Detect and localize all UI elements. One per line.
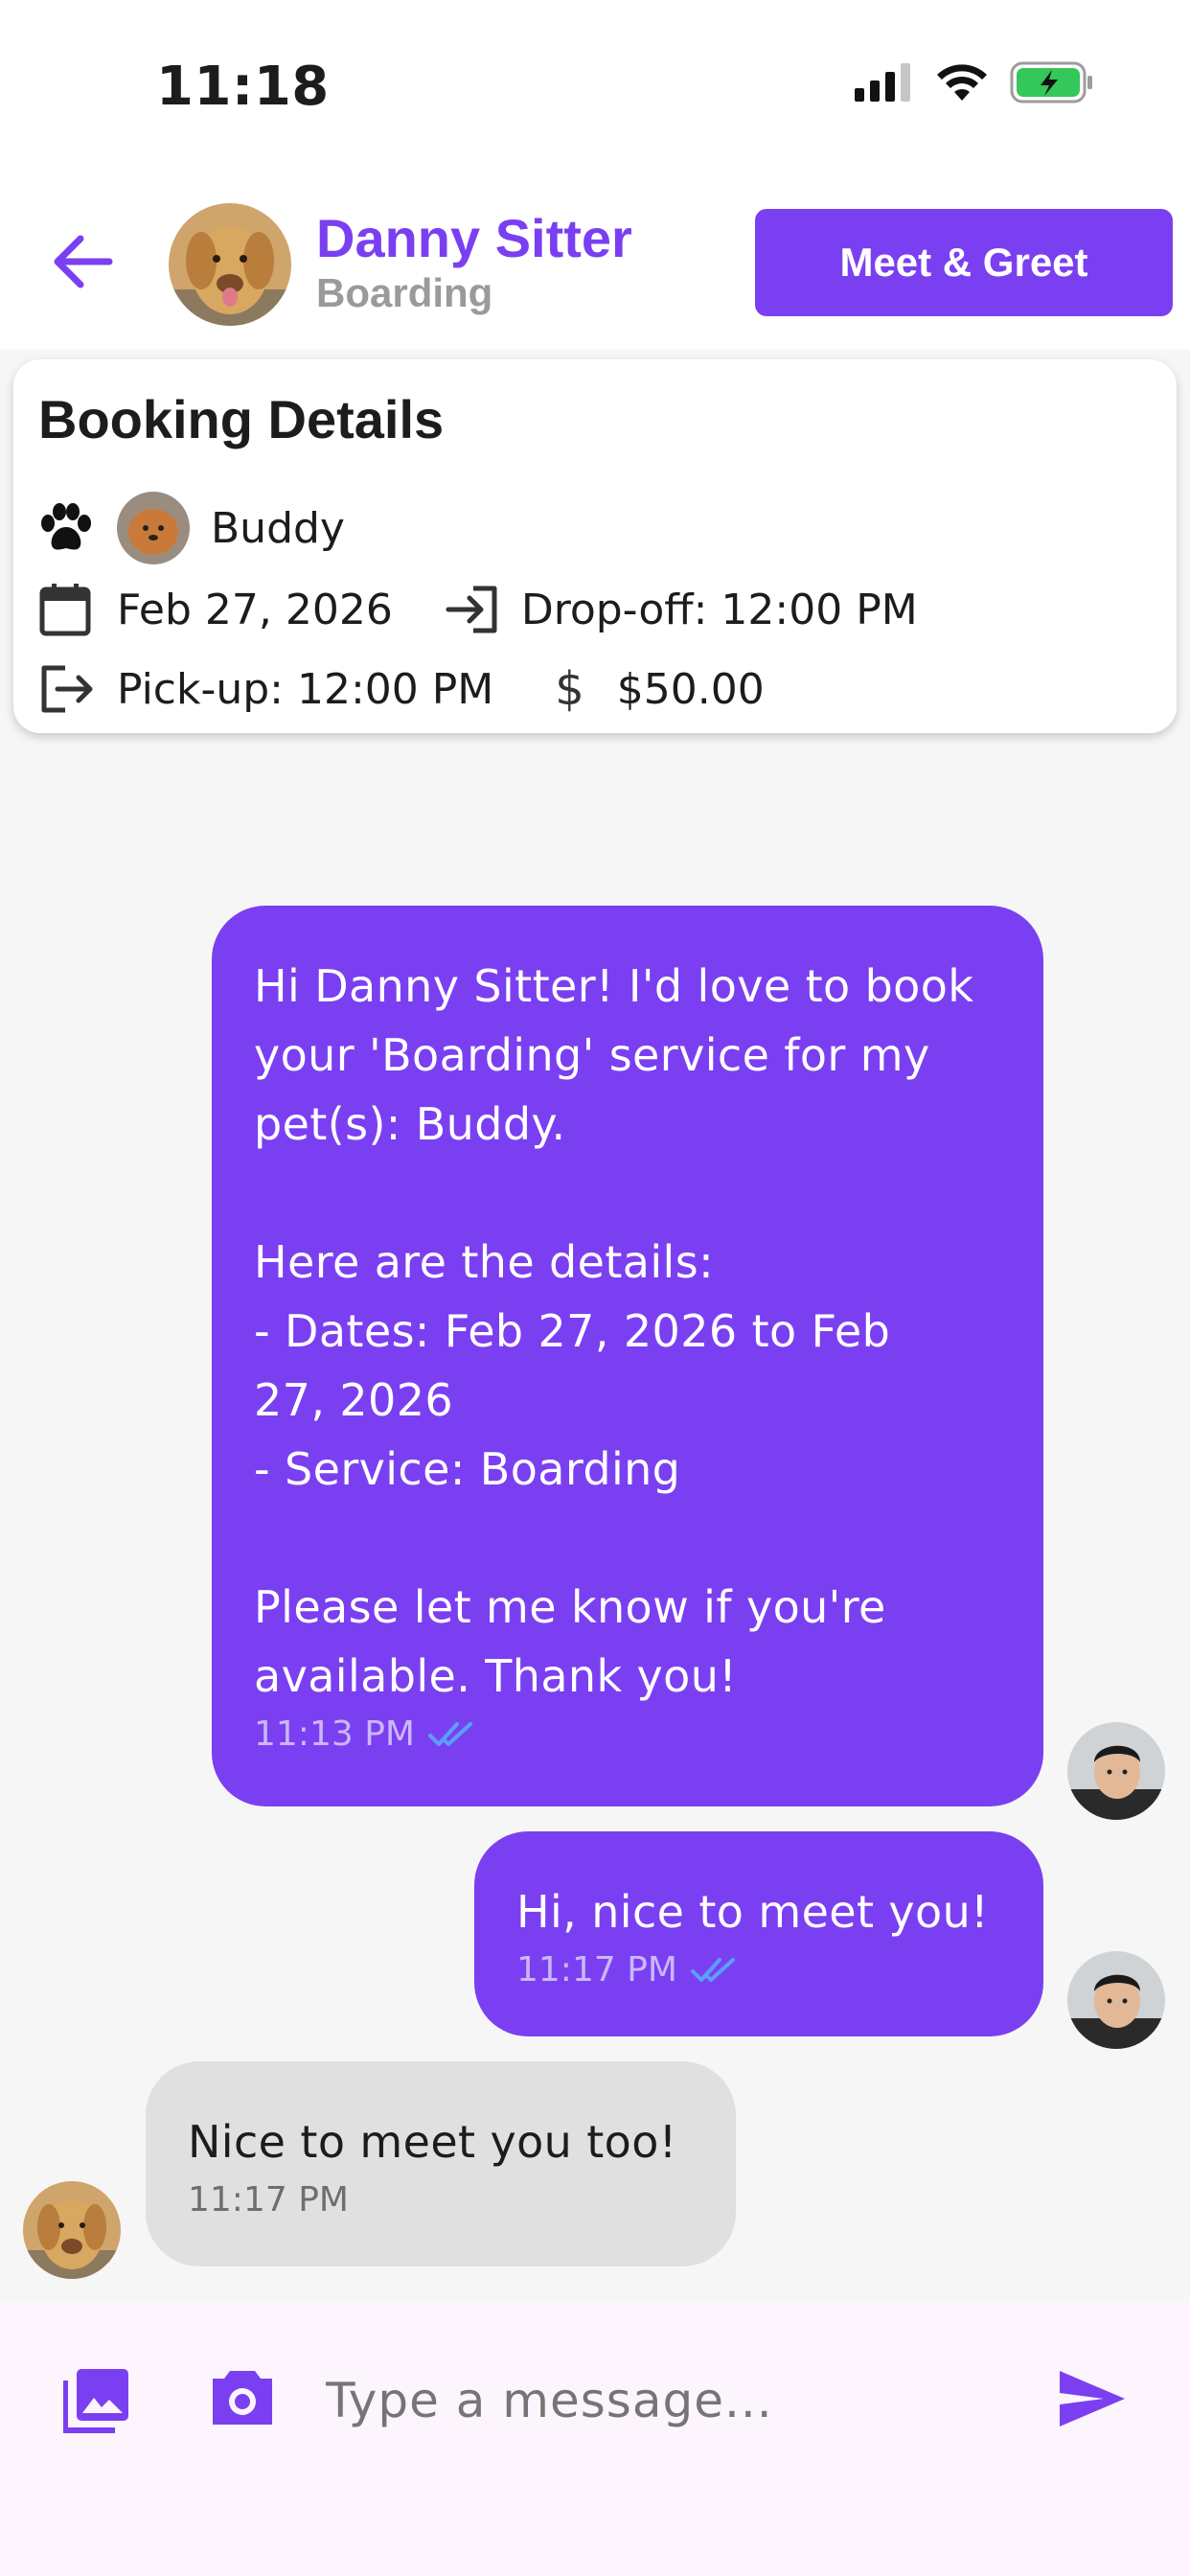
- dropoff-time: Drop-off: 12:00 PM: [520, 585, 918, 634]
- sitter-avatar[interactable]: [169, 203, 291, 326]
- date-row: Feb 27, 2026 Drop-off: 12:00 PM: [38, 582, 918, 637]
- calendar-icon: [39, 584, 91, 636]
- message-time: 11:17 PM: [188, 2180, 349, 2220]
- camera-button[interactable]: [209, 2367, 276, 2433]
- message-time: 11:17 PM: [516, 1950, 677, 1990]
- pet-row: Buddy: [38, 492, 345, 564]
- user-avatar: [1067, 1951, 1165, 2049]
- message-meta: 11:17 PM: [188, 2180, 694, 2220]
- battery-icon: [1010, 61, 1092, 104]
- paw-icon: [41, 503, 91, 550]
- sitter-name: Danny Sitter: [316, 208, 632, 268]
- booking-date: Feb 27, 2026: [117, 585, 393, 634]
- pet-name: Buddy: [211, 503, 345, 553]
- dollar-icon: $: [555, 662, 584, 716]
- send-button[interactable]: [1058, 2369, 1127, 2433]
- pet-avatar: [117, 492, 190, 564]
- booking-price: $50.00: [616, 664, 765, 714]
- pickup-time: Pick-up: 12:00 PM: [117, 664, 494, 714]
- booking-title: Booking Details: [38, 389, 445, 449]
- logout-icon: [41, 665, 93, 713]
- message-bubble-outgoing[interactable]: Hi Danny Sitter! I'd love to book your '…: [212, 906, 1043, 1806]
- message-text: Hi Danny Sitter! I'd love to book your '…: [254, 960, 974, 1702]
- wifi-icon: [937, 64, 987, 101]
- booking-details-card: Booking Details Buddy Feb 27, 2026 Drop-…: [13, 359, 1177, 733]
- camera-icon: [213, 2371, 272, 2425]
- status-time: 11:18: [156, 56, 330, 118]
- message-bubble-outgoing[interactable]: Hi, nice to meet you! 11:17 PM: [474, 1831, 1043, 2036]
- pickup-row: Pick-up: 12:00 PM $ $50.00: [38, 662, 765, 716]
- message-meta: 11:17 PM: [516, 1950, 1001, 1990]
- arrow-left-icon: [54, 235, 113, 288]
- message-bubble-incoming[interactable]: Nice to meet you too! 11:17 PM: [146, 2061, 736, 2266]
- signal-icon: [855, 63, 910, 102]
- status-bar: 11:18: [0, 0, 1190, 172]
- status-icons: [855, 61, 1094, 104]
- dog-photo: [169, 203, 291, 326]
- image-icon: [62, 2369, 128, 2433]
- message-text: Hi, nice to meet you!: [516, 1886, 989, 1938]
- user-avatar: [1067, 1722, 1165, 1820]
- send-icon: [1060, 2371, 1125, 2426]
- chat-header: Danny Sitter Boarding Meet & Greet: [0, 172, 1190, 350]
- message-input-bar: [0, 2300, 1190, 2576]
- meet-and-greet-button[interactable]: Meet & Greet: [755, 209, 1173, 316]
- back-button[interactable]: [50, 232, 119, 291]
- double-check-icon: [427, 1721, 472, 1746]
- message-input[interactable]: [326, 2358, 1016, 2444]
- login-icon: [446, 586, 497, 633]
- sitter-chat-avatar: [23, 2181, 121, 2279]
- double-check-icon: [690, 1957, 735, 1982]
- message-text: Nice to meet you too!: [188, 2116, 677, 2168]
- service-subtitle: Boarding: [316, 270, 493, 315]
- message-time: 11:13 PM: [254, 1714, 415, 1754]
- message-meta: 11:13 PM: [254, 1714, 1001, 1754]
- gallery-button[interactable]: [62, 2367, 130, 2439]
